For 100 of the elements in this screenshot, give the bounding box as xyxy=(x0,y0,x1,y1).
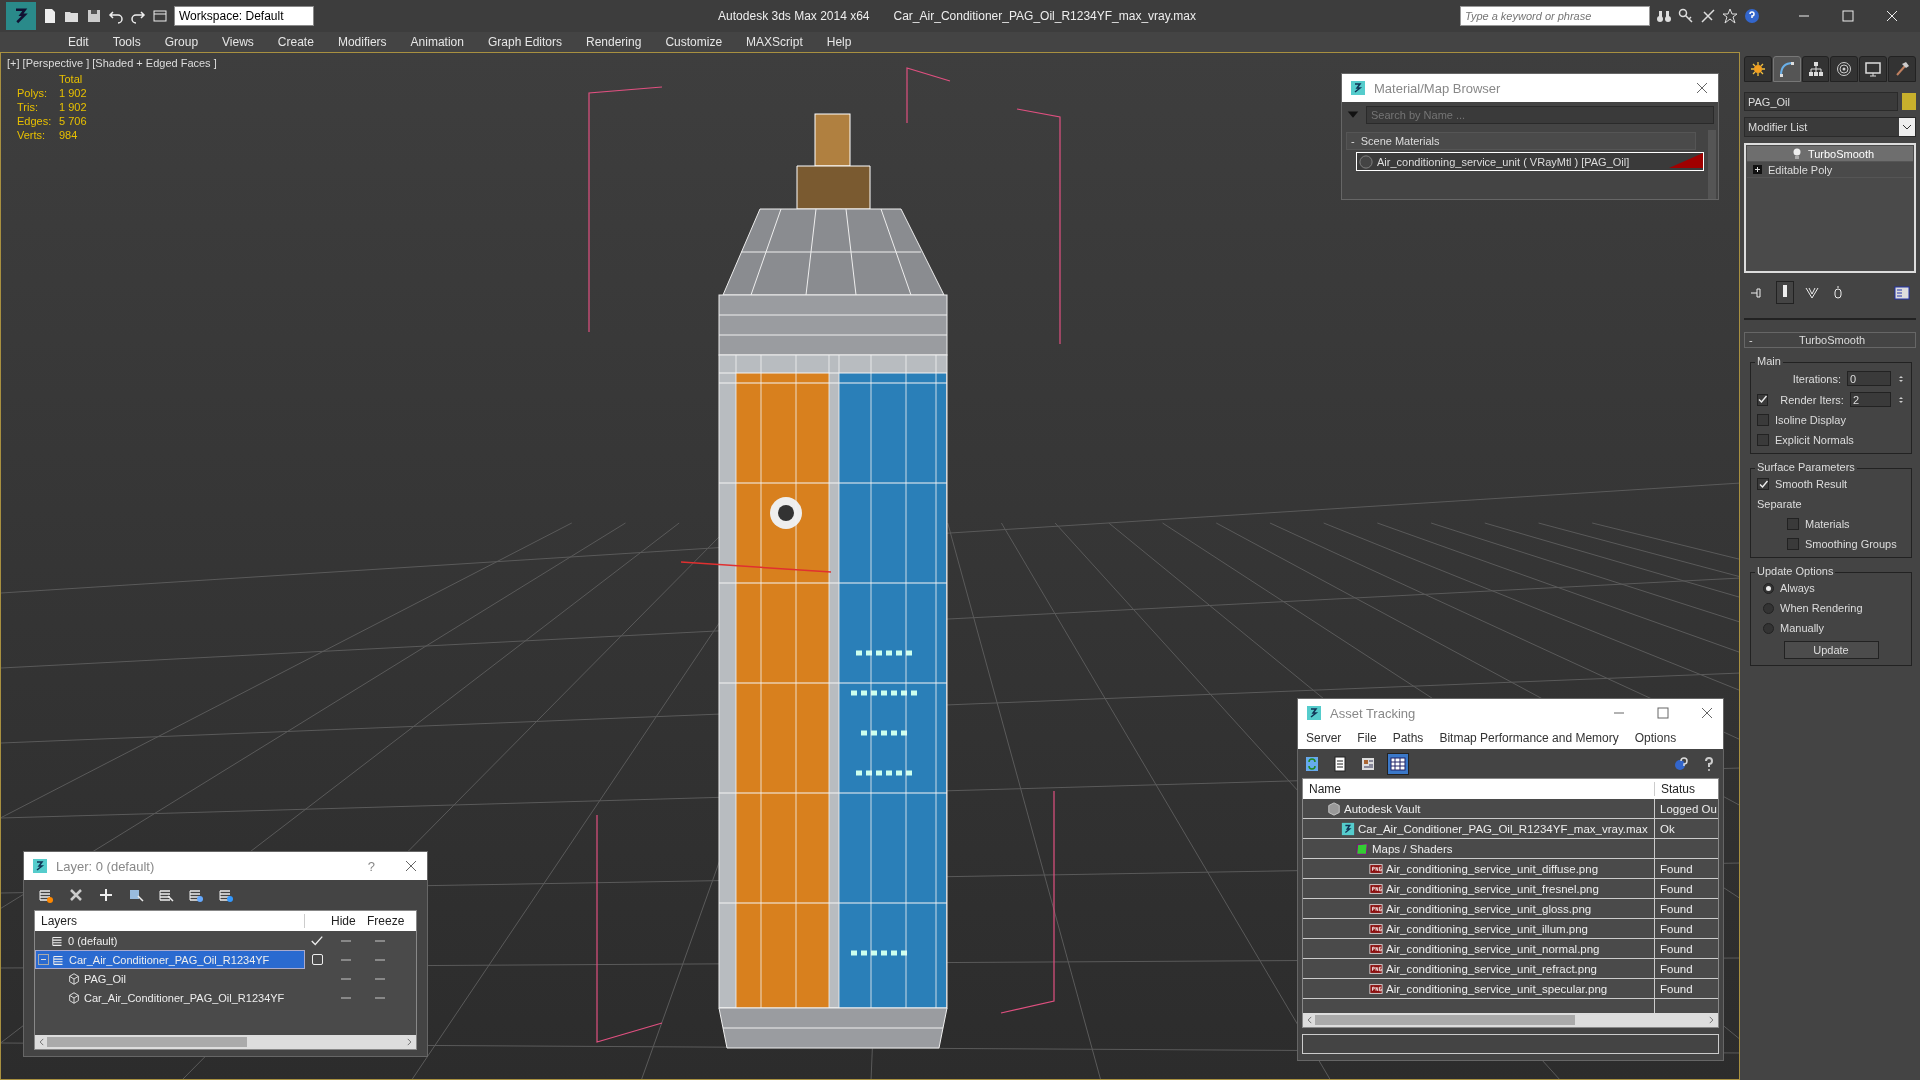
group-header[interactable]: - Scene Materials xyxy=(1346,132,1696,150)
asset-name[interactable]: Air_conditioning_service_unit_fresnel.png xyxy=(1386,882,1599,895)
delete-icon[interactable] xyxy=(68,887,84,903)
color-swatch[interactable] xyxy=(1902,93,1916,110)
close-icon[interactable] xyxy=(1884,8,1900,24)
viewport-label[interactable]: [+] [Perspective ] [Shaded + Edged Faces ] xyxy=(7,57,217,69)
key-icon[interactable] xyxy=(1678,8,1694,24)
rollout-header[interactable]: - TurboSmooth xyxy=(1744,332,1916,348)
asset-name[interactable]: Air_conditioning_service_unit_refract.png xyxy=(1386,962,1597,975)
save-icon[interactable] xyxy=(86,8,102,24)
window-icon[interactable] xyxy=(152,8,168,24)
checkbox-label[interactable]: Smoothing Groups xyxy=(1805,538,1897,550)
checkbox[interactable] xyxy=(1787,538,1799,550)
menu-item[interactable]: Animation xyxy=(398,35,476,49)
search-field[interactable]: Type a keyword or phrase xyxy=(1460,6,1650,26)
radio-button[interactable] xyxy=(1763,622,1774,634)
light-bulb-icon[interactable] xyxy=(1791,147,1802,160)
checkbox-label[interactable]: Smooth Result xyxy=(1775,478,1848,490)
close-icon[interactable] xyxy=(1694,80,1710,96)
configure-sets-icon[interactable] xyxy=(1894,284,1910,301)
asset-name[interactable]: Air_conditioning_service_unit_diffuse.png xyxy=(1386,862,1599,875)
menu-item[interactable]: Graph Editors xyxy=(475,35,574,49)
menu-item[interactable]: Edit xyxy=(56,35,101,49)
asset-name[interactable]: Autodesk Vault xyxy=(1344,802,1421,815)
menu-item[interactable]: Server xyxy=(1306,731,1342,745)
star-icon[interactable] xyxy=(1722,8,1738,24)
help-button[interactable]: ? xyxy=(367,858,375,874)
menu-item[interactable]: Customize xyxy=(653,35,735,49)
radio-label[interactable]: Manually xyxy=(1780,622,1825,634)
panel-tab[interactable] xyxy=(1888,56,1916,82)
layer-item[interactable]: PAG_Oil xyxy=(35,969,305,988)
layer-item[interactable]: Car_Air_Conditioner_PAG_Oil_R1234YF xyxy=(35,950,305,969)
asset-name[interactable]: Air_conditioning_service_unit_normal.png xyxy=(1386,942,1600,955)
scroll-left-icon[interactable] xyxy=(37,1037,47,1047)
menu-item[interactable]: Tools xyxy=(100,35,153,49)
collapse-toggle-icon[interactable] xyxy=(38,954,49,965)
panel-tab[interactable] xyxy=(1801,56,1830,82)
asset-name[interactable]: Maps / Shaders xyxy=(1372,842,1453,855)
column-header[interactable]: Name xyxy=(1303,782,1655,797)
plus-icon[interactable] xyxy=(98,887,114,903)
new-layer-icon[interactable] xyxy=(38,887,54,903)
help-icon[interactable] xyxy=(1673,755,1689,772)
help-icon[interactable] xyxy=(1744,8,1760,24)
layer-item[interactable]: Car_Air_Conditioner_PAG_Oil_R1234YF xyxy=(35,988,305,1007)
checkbox-label[interactable]: Materials xyxy=(1805,518,1850,530)
binoculars-icon[interactable] xyxy=(1656,8,1672,24)
checkbox-label[interactable]: Isoline Display xyxy=(1775,414,1846,426)
horizontal-scrollbar[interactable] xyxy=(1303,1013,1718,1028)
modifier-list-dropdown[interactable]: Modifier List xyxy=(1744,117,1916,137)
material-item[interactable]: Air_conditioning_service_unit ( VRayMtl ) [PAG_Oil] xyxy=(1356,152,1704,171)
update-button[interactable]: Update xyxy=(1783,641,1879,659)
checkmark-icon[interactable] xyxy=(310,933,324,948)
refresh-icon[interactable] xyxy=(1304,755,1320,772)
show-end-result-button[interactable] xyxy=(1776,281,1794,304)
menu-item[interactable]: File xyxy=(1357,731,1377,745)
workspace-dropdown[interactable]: Workspace: Default xyxy=(174,6,314,26)
menu-item[interactable]: MAXScript xyxy=(734,35,815,49)
checkbox[interactable] xyxy=(1787,518,1799,530)
scrollbar[interactable] xyxy=(1708,130,1716,199)
object-name-field[interactable]: PAG_Oil xyxy=(1744,92,1898,111)
panel-tab[interactable] xyxy=(1744,56,1772,82)
select-layer-icon[interactable] xyxy=(158,887,174,903)
layer-item[interactable]: 0 (default) xyxy=(35,931,305,950)
new-file-icon[interactable] xyxy=(42,8,58,24)
asset-name[interactable]: Air_conditioning_service_unit_gloss.png xyxy=(1386,902,1592,915)
panel-tab[interactable] xyxy=(1859,56,1888,82)
asset-name[interactable]: Air_conditioning_service_unit_illum.png xyxy=(1386,922,1588,935)
grid-view-button[interactable] xyxy=(1388,753,1408,774)
column-header[interactable]: Freeze xyxy=(365,914,407,928)
list-icon[interactable] xyxy=(1332,755,1348,772)
close-icon[interactable] xyxy=(403,858,419,874)
menu-item[interactable]: Rendering xyxy=(574,35,654,49)
radio-label[interactable]: Always xyxy=(1780,582,1815,594)
checkbox[interactable] xyxy=(1757,393,1769,406)
search-field[interactable]: Search by Name ... xyxy=(1366,106,1714,124)
select-cube-icon[interactable] xyxy=(128,887,144,903)
layer-settings-icon[interactable] xyxy=(218,887,234,903)
modifier-item[interactable]: TurboSmooth xyxy=(1747,146,1913,162)
column-header[interactable]: Status xyxy=(1655,782,1696,797)
spinner-field[interactable]: 0 xyxy=(1847,371,1891,386)
checkbox-label[interactable]: Explicit Normals xyxy=(1775,434,1854,446)
menu-item[interactable]: Create xyxy=(265,35,326,49)
menu-item[interactable]: Group xyxy=(152,35,211,49)
checkbox[interactable] xyxy=(1757,478,1769,490)
panel-tab[interactable] xyxy=(1772,56,1801,82)
horizontal-scrollbar[interactable] xyxy=(35,1035,416,1049)
scroll-left-icon[interactable] xyxy=(1305,1015,1315,1026)
asset-name[interactable]: Car_Air_Conditioner_PAG_Oil_R1234YF_max_vray.max xyxy=(1358,822,1648,835)
column-header[interactable]: Hide xyxy=(329,914,365,928)
menu-item[interactable]: Help xyxy=(814,35,864,49)
spinner-field[interactable]: 2 xyxy=(1849,392,1891,407)
app-logo-button[interactable] xyxy=(6,2,36,30)
asset-name[interactable]: Air_conditioning_service_unit_specular.png xyxy=(1386,982,1608,995)
menu-item[interactable]: Paths xyxy=(1392,731,1424,745)
highlight-layer-icon[interactable] xyxy=(188,887,204,903)
column-header[interactable]: Layers xyxy=(35,914,305,928)
redo-icon[interactable] xyxy=(130,8,146,24)
radio-label[interactable]: When Rendering xyxy=(1780,602,1863,614)
menu-item[interactable]: Bitmap Performance and Memory xyxy=(1439,731,1619,745)
panel-tab[interactable] xyxy=(1830,56,1859,82)
